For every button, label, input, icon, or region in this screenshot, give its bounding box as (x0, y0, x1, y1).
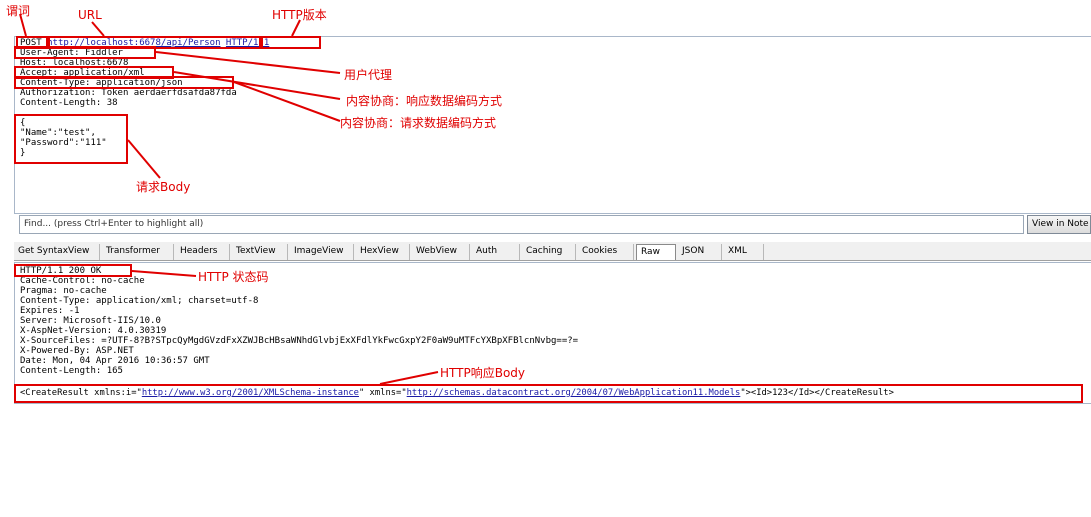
tab-textview[interactable]: TextView (232, 244, 288, 260)
tab-transformer[interactable]: Transformer (102, 244, 174, 260)
response-panel[interactable] (14, 262, 1091, 404)
tab-json[interactable]: JSON (678, 244, 722, 260)
tab-imageview[interactable]: ImageView (290, 244, 354, 260)
tab-xml[interactable]: XML (724, 244, 764, 260)
url-leader (91, 21, 105, 37)
response-body-annotation: HTTP响应Body (440, 366, 526, 380)
response-header-9: Content-Length: 165 (20, 366, 123, 376)
user-agent-highlight (14, 46, 156, 59)
version-highlight (261, 36, 321, 49)
content-type-annotation: 内容协商：请求数据编码方式 (340, 116, 497, 130)
status-annotation: HTTP 状态码 (198, 270, 269, 284)
request-body-annotation: 请求Body (136, 180, 191, 194)
tab-auth[interactable]: Auth (472, 244, 520, 260)
tab-raw[interactable]: Raw (636, 244, 676, 260)
accept-annotation: 内容协商：响应数据编码方式 (346, 94, 503, 108)
tab-get-syntaxview[interactable]: Get SyntaxView (14, 244, 100, 260)
find-input[interactable]: Find... (press Ctrl+Enter to highlight a… (19, 215, 1024, 234)
status-highlight (14, 264, 132, 277)
url-annotation: URL (78, 8, 102, 22)
tab-cookies[interactable]: Cookies (578, 244, 634, 260)
view-in-notepad-button[interactable]: View in Note (1027, 215, 1091, 234)
request-body-highlight (14, 114, 128, 164)
response-tabs: Get SyntaxView Transformer Headers TextV… (14, 242, 1091, 261)
tab-hexview[interactable]: HexView (356, 244, 410, 260)
user-agent-annotation: 用户代理 (344, 68, 393, 82)
request-header-5: Content-Length: 38 (20, 98, 118, 108)
method-annotation: 谓词 (6, 4, 31, 18)
tab-headers[interactable]: Headers (176, 244, 230, 260)
tab-webview[interactable]: WebView (412, 244, 470, 260)
tab-caching[interactable]: Caching (522, 244, 576, 260)
version-annotation: HTTP版本 (272, 8, 327, 22)
content-type-highlight (14, 76, 234, 89)
response-body-highlight (14, 384, 1083, 403)
